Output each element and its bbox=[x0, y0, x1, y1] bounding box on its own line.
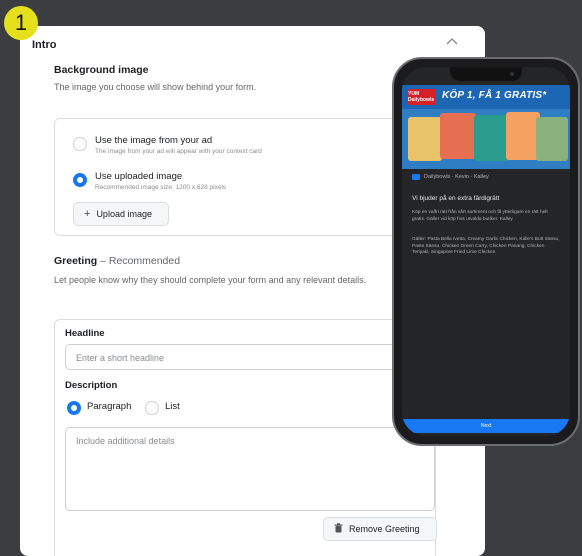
radio-paragraph[interactable] bbox=[67, 401, 81, 415]
greeting-title: Greeting – Recommended bbox=[54, 255, 181, 267]
ad-logo: YUM Dailybowls bbox=[408, 89, 436, 105]
preview-post-text-2: Gäller: Pasta Bella Ivetta, Creamy Garli… bbox=[412, 237, 560, 255]
phone-notch bbox=[450, 67, 522, 81]
upload-image-label: Upload image bbox=[96, 209, 152, 219]
brand-logo-icon bbox=[412, 174, 420, 180]
option-sub-uploaded-image: Recommended image size: 1200 x 628 pixel… bbox=[95, 184, 227, 191]
headline-label: Headline bbox=[65, 328, 105, 339]
paragraph-label: Paragraph bbox=[87, 401, 132, 412]
radio-use-ad-image[interactable] bbox=[73, 137, 87, 151]
phone-preview: YUM Dailybowls KÖP 1, FÅ 1 GRATIS* Daily… bbox=[392, 57, 580, 446]
chevron-up-icon[interactable] bbox=[446, 36, 458, 48]
panel-title: Intro bbox=[32, 39, 57, 51]
list-label: List bbox=[165, 401, 180, 412]
description-label: Description bbox=[65, 380, 118, 391]
preview-post-title: Vi bjuder på en extra färdigrätt bbox=[412, 195, 500, 202]
greeting-description: Let people know why they should complete… bbox=[54, 275, 367, 285]
radio-list[interactable] bbox=[145, 401, 159, 415]
product-pack bbox=[506, 112, 540, 160]
option-sub-ad-image: The image from your ad will appear with … bbox=[95, 148, 262, 155]
option-label-uploaded-image: Use uploaded image bbox=[95, 171, 183, 182]
headline-input[interactable]: Enter a short headline bbox=[65, 344, 425, 370]
remove-greeting-label: Remove Greeting bbox=[349, 524, 420, 534]
preview-next-button[interactable]: Next bbox=[402, 419, 570, 433]
trash-icon bbox=[334, 523, 343, 535]
ad-image: YUM Dailybowls KÖP 1, FÅ 1 GRATIS* bbox=[402, 85, 570, 169]
product-pack bbox=[474, 115, 508, 161]
step-badge: 1 bbox=[4, 6, 38, 40]
plus-icon: + bbox=[84, 208, 91, 220]
preview-post-text-1: Köp en valfri rätt från vårt sortiment o… bbox=[412, 210, 548, 222]
option-label-ad-image: Use the image from your ad bbox=[95, 135, 213, 146]
remove-greeting-button[interactable]: Remove Greeting bbox=[323, 517, 437, 541]
greeting-card: Headline Enter a short headline Descript… bbox=[54, 319, 437, 556]
background-image-card: Use the image from your ad The image fro… bbox=[54, 118, 416, 236]
upload-image-button[interactable]: + Upload image bbox=[73, 202, 169, 226]
background-image-description: The image you choose will show behind yo… bbox=[54, 82, 257, 92]
product-pack bbox=[440, 113, 476, 159]
details-textarea[interactable]: Include additional details bbox=[65, 427, 435, 511]
brand-line: Dailybowls · Kevin · Kalley bbox=[412, 174, 489, 180]
product-pack bbox=[536, 117, 568, 161]
ad-headline: KÖP 1, FÅ 1 GRATIS* bbox=[442, 90, 547, 101]
greeting-tag: Recommended bbox=[108, 255, 181, 267]
product-pack bbox=[408, 117, 442, 161]
phone-screen: YUM Dailybowls KÖP 1, FÅ 1 GRATIS* Daily… bbox=[402, 67, 570, 436]
background-image-title: Background image bbox=[54, 64, 149, 76]
radio-use-uploaded-image[interactable] bbox=[73, 173, 87, 187]
